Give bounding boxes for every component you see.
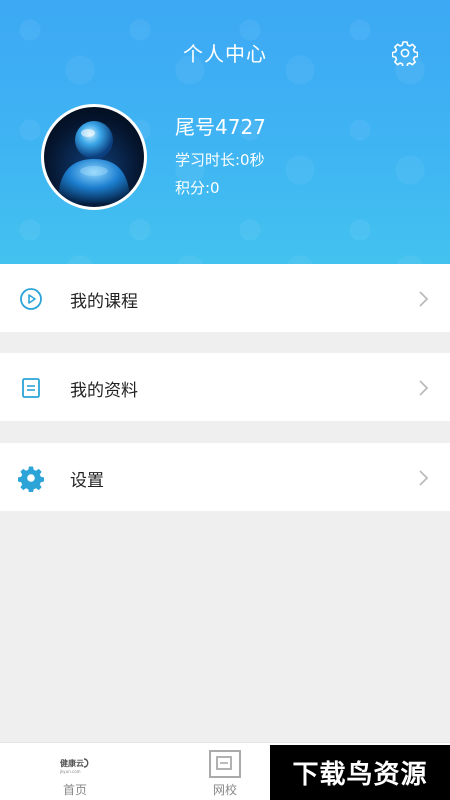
settings-button[interactable]	[390, 38, 420, 68]
page-title: 个人中心	[183, 42, 267, 66]
gear-icon	[18, 465, 44, 492]
gear-icon	[392, 41, 418, 66]
menu-label: 我的资料	[70, 381, 138, 401]
chevron-right-icon	[416, 290, 430, 308]
menu-item-my-materials[interactable]: 我的资料	[0, 353, 450, 421]
avatar[interactable]	[41, 104, 147, 210]
profile-header: 个人中心 尾号4727 学习时长:0秒 积分:0	[0, 0, 450, 264]
menu-item-my-courses[interactable]: 我的课程	[0, 264, 450, 332]
logo-icon: 健康云 jkyun.com	[58, 749, 92, 779]
school-icon	[208, 749, 242, 779]
watermark-banner: 下载鸟资源	[270, 745, 450, 800]
tab-home[interactable]: 健康云 jkyun.com 首页	[0, 743, 150, 800]
menu-item-settings[interactable]: 设置	[0, 443, 450, 511]
tab-label: 首页	[62, 783, 87, 797]
document-icon	[18, 375, 44, 401]
avatar-figure-icon	[58, 121, 130, 203]
logo-text: 健康云	[60, 758, 84, 768]
chevron-right-icon	[416, 379, 430, 397]
logo-subtext: jkyun.com	[59, 769, 81, 774]
menu-label: 我的课程	[70, 292, 138, 312]
play-circle-icon	[18, 286, 44, 312]
chevron-right-icon	[416, 469, 430, 487]
points: 积分:0	[175, 179, 220, 197]
menu-label: 设置	[70, 471, 104, 491]
user-name: 尾号4727	[175, 115, 266, 139]
study-time: 学习时长:0秒	[175, 151, 265, 169]
